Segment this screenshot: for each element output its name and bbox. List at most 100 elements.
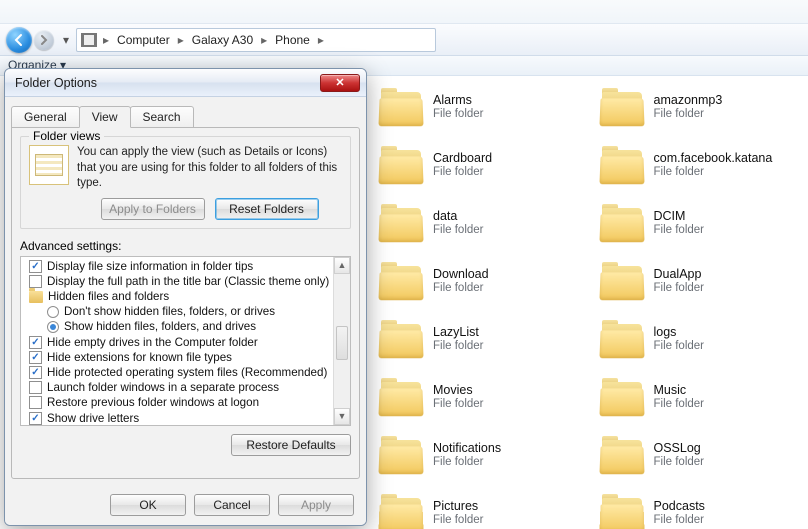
checkbox-icon[interactable] xyxy=(29,275,42,288)
scroll-down-icon[interactable]: ▼ xyxy=(334,408,350,425)
radio-icon[interactable] xyxy=(47,306,59,318)
folder-item[interactable]: PicturesFile folder xyxy=(379,494,580,529)
folder-icon xyxy=(379,88,423,126)
folder-text: AlarmsFile folder xyxy=(433,93,484,122)
folder-item[interactable]: MusicFile folder xyxy=(600,378,801,416)
checkbox-icon[interactable] xyxy=(29,366,42,379)
folder-text: LazyListFile folder xyxy=(433,325,484,354)
folder-item[interactable]: logsFile folder xyxy=(600,320,801,358)
setting-file-size-tips[interactable]: Display file size information in folder … xyxy=(25,259,329,274)
folder-icon xyxy=(600,88,644,126)
cancel-button[interactable]: Cancel xyxy=(194,494,270,516)
folder-text: CardboardFile folder xyxy=(433,151,492,180)
folder-views-icon xyxy=(29,145,69,185)
radio-icon[interactable] xyxy=(47,321,59,333)
folder-icon xyxy=(379,320,423,358)
folder-subtext: File folder xyxy=(433,224,484,238)
folder-name: OSSLog xyxy=(654,441,705,456)
folder-subtext: File folder xyxy=(654,108,723,122)
folder-name: logs xyxy=(654,325,705,340)
breadcrumb-seg-phone[interactable]: Phone xyxy=(269,33,316,47)
folder-name: com.facebook.katana xyxy=(654,151,773,166)
folder-icon xyxy=(600,378,644,416)
dialog-footer: OK Cancel Apply xyxy=(5,485,366,525)
checkbox-icon[interactable] xyxy=(29,351,42,364)
breadcrumb-seg-device[interactable]: Galaxy A30 xyxy=(186,33,259,47)
dialog-tabs: General View Search xyxy=(5,97,366,127)
folder-item[interactable]: AlarmsFile folder xyxy=(379,88,580,126)
scrollbar-thumb[interactable] xyxy=(336,326,348,360)
setting-hide-empty-drives[interactable]: Hide empty drives in the Computer folder xyxy=(25,334,329,349)
checkbox-icon[interactable] xyxy=(29,396,42,409)
setting-full-path-titlebar[interactable]: Display the full path in the title bar (… xyxy=(25,274,329,289)
folder-item[interactable]: CardboardFile folder xyxy=(379,146,580,184)
folder-item[interactable]: OSSLogFile folder xyxy=(600,436,801,474)
folder-text: dataFile folder xyxy=(433,209,484,238)
folder-subtext: File folder xyxy=(654,166,773,180)
folder-item[interactable]: com.facebook.katanaFile folder xyxy=(600,146,801,184)
tab-view-body: Folder views You can apply the view (suc… xyxy=(11,127,360,479)
restore-defaults-button[interactable]: Restore Defaults xyxy=(231,434,351,456)
setting-hidden-files-group: Hidden files and folders xyxy=(25,289,329,304)
folder-item[interactable]: dataFile folder xyxy=(379,204,580,242)
setting-hide-protected-os-files[interactable]: Hide protected operating system files (R… xyxy=(25,365,329,380)
folder-item[interactable]: DCIMFile folder xyxy=(600,204,801,242)
tab-view[interactable]: View xyxy=(79,106,131,128)
setting-launch-separate-process[interactable]: Launch folder windows in a separate proc… xyxy=(25,380,329,395)
forward-button[interactable] xyxy=(34,30,54,50)
arrow-left-icon xyxy=(12,33,26,47)
history-dropdown[interactable]: ▾ xyxy=(60,33,72,47)
folder-item[interactable]: DualAppFile folder xyxy=(600,262,801,300)
checkbox-icon[interactable] xyxy=(29,412,42,425)
folder-item[interactable]: amazonmp3File folder xyxy=(600,88,801,126)
apply-to-folders-button[interactable]: Apply to Folders xyxy=(101,198,205,220)
folder-text: com.facebook.katanaFile folder xyxy=(654,151,773,180)
folder-text: OSSLogFile folder xyxy=(654,441,705,470)
folder-subtext: File folder xyxy=(654,224,705,238)
folder-subtext: File folder xyxy=(654,398,705,412)
dialog-titlebar[interactable]: Folder Options ✕ xyxy=(5,69,366,97)
back-button[interactable] xyxy=(6,27,32,53)
checkbox-icon[interactable] xyxy=(29,260,42,273)
setting-dont-show-hidden[interactable]: Don't show hidden files, folders, or dri… xyxy=(25,304,329,319)
close-button[interactable]: ✕ xyxy=(320,74,360,92)
setting-show-hidden[interactable]: Show hidden files, folders, and drives xyxy=(25,319,329,334)
folder-item[interactable]: DownloadFile folder xyxy=(379,262,580,300)
scrollbar[interactable]: ▲ ▼ xyxy=(333,257,350,425)
scrollbar-track[interactable] xyxy=(334,274,350,408)
folder-text: DualAppFile folder xyxy=(654,267,705,296)
folder-name: Notifications xyxy=(433,441,501,456)
folder-icon xyxy=(379,378,423,416)
folder-icon xyxy=(29,291,43,303)
reset-folders-button[interactable]: Reset Folders xyxy=(215,198,319,220)
folder-text: DownloadFile folder xyxy=(433,267,489,296)
folder-item[interactable]: LazyListFile folder xyxy=(379,320,580,358)
folder-text: DCIMFile folder xyxy=(654,209,705,238)
folder-subtext: File folder xyxy=(433,514,484,528)
folder-item[interactable]: MoviesFile folder xyxy=(379,378,580,416)
folder-text: MoviesFile folder xyxy=(433,383,484,412)
folder-name: Alarms xyxy=(433,93,484,108)
content-area: AlarmsFile folderamazonmp3File folderCar… xyxy=(375,80,804,529)
folder-text: PicturesFile folder xyxy=(433,499,484,528)
checkbox-icon[interactable] xyxy=(29,381,42,394)
folder-text: logsFile folder xyxy=(654,325,705,354)
folder-item[interactable]: NotificationsFile folder xyxy=(379,436,580,474)
breadcrumb-seg-computer[interactable]: Computer xyxy=(111,33,176,47)
folder-icon xyxy=(379,262,423,300)
scroll-up-icon[interactable]: ▲ xyxy=(334,257,350,274)
close-icon: ✕ xyxy=(335,76,344,89)
folder-subtext: File folder xyxy=(433,108,484,122)
checkbox-icon[interactable] xyxy=(29,336,42,349)
ok-button[interactable]: OK xyxy=(110,494,186,516)
tab-search[interactable]: Search xyxy=(130,106,194,127)
folder-name: Music xyxy=(654,383,705,398)
breadcrumb[interactable]: ▸ Computer ▸ Galaxy A30 ▸ Phone ▸ xyxy=(76,28,436,52)
tab-general[interactable]: General xyxy=(11,106,80,127)
setting-show-drive-letters[interactable]: Show drive letters xyxy=(25,410,329,424)
apply-button[interactable]: Apply xyxy=(278,494,354,516)
arrow-right-icon xyxy=(39,35,49,45)
setting-hide-extensions[interactable]: Hide extensions for known file types xyxy=(25,350,329,365)
folder-item[interactable]: PodcastsFile folder xyxy=(600,494,801,529)
setting-restore-previous-windows[interactable]: Restore previous folder windows at logon xyxy=(25,395,329,410)
